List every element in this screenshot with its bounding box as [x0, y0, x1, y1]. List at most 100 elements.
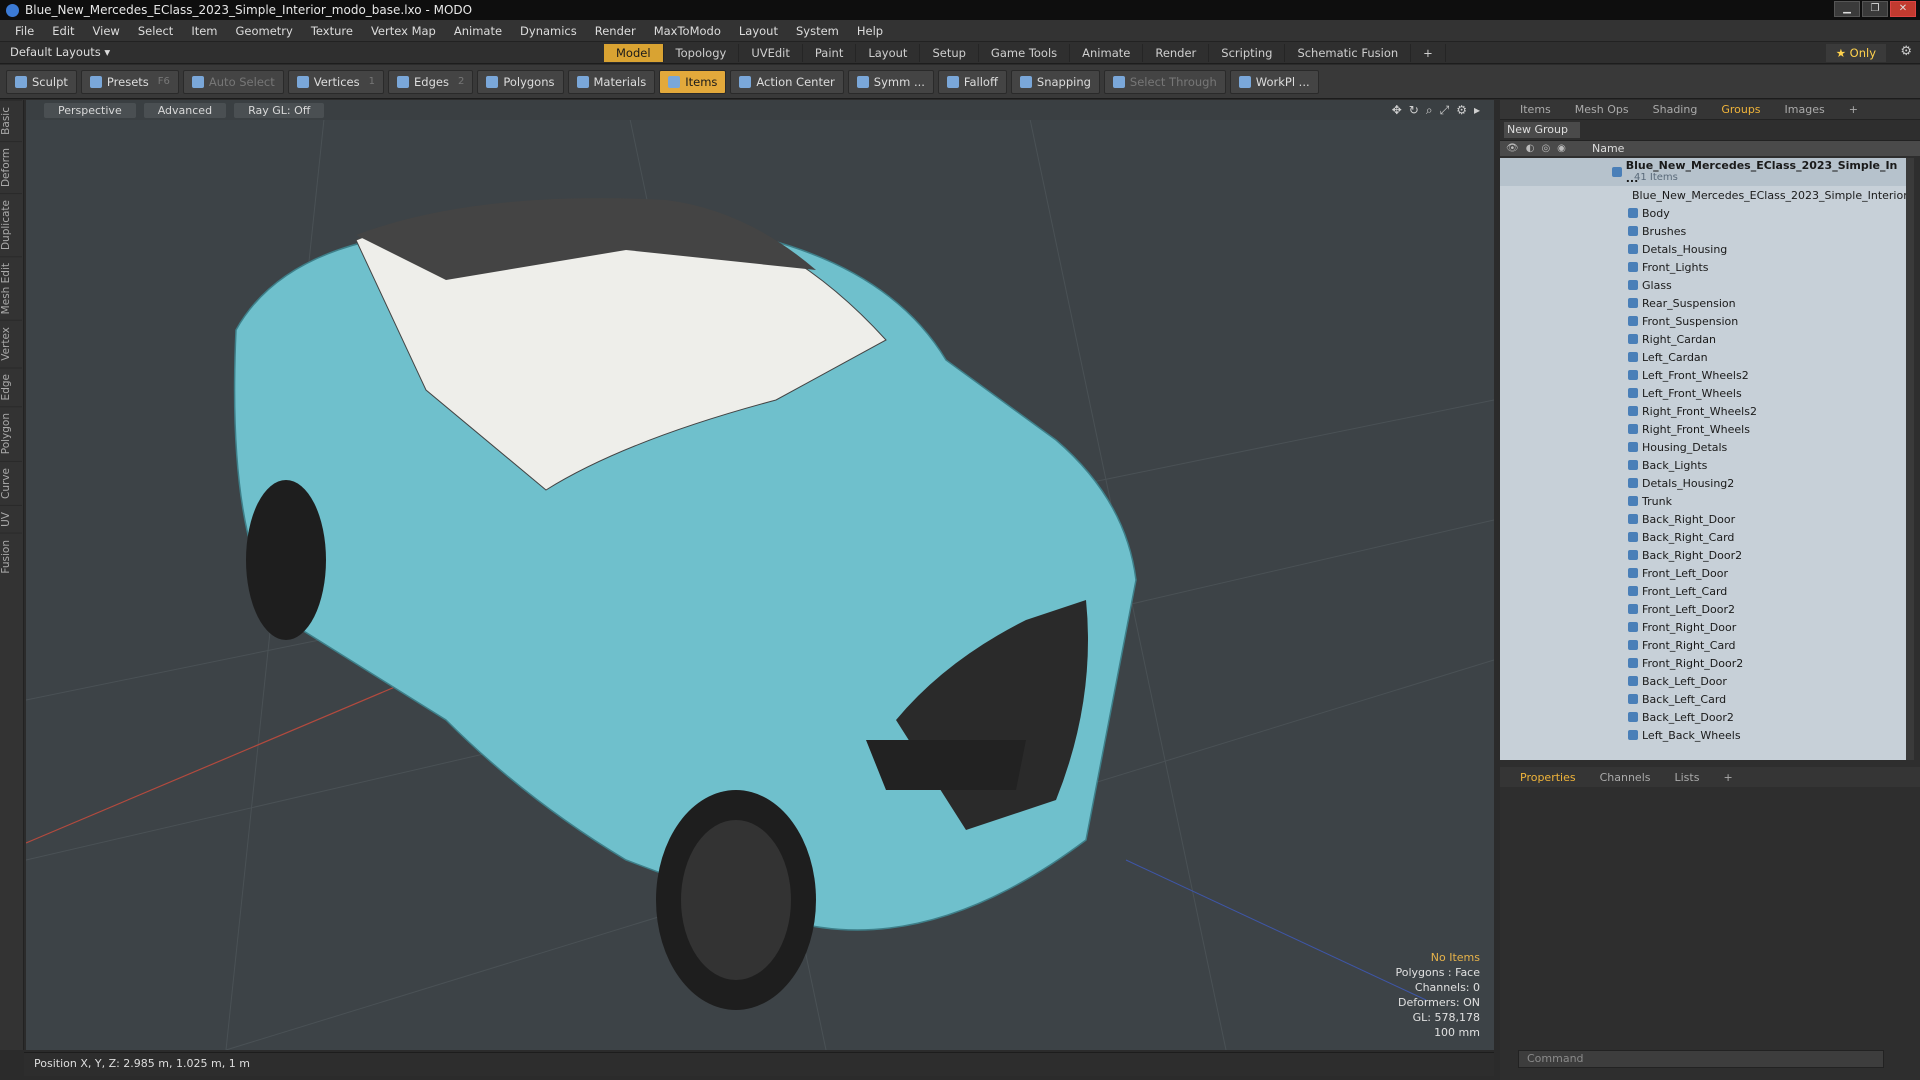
- menu-item[interactable]: Item: [182, 24, 226, 38]
- list-item[interactable]: Front_Left_Door2: [1500, 600, 1906, 618]
- presets-button[interactable]: Presets F6: [80, 69, 179, 94]
- default-layouts-dropdown[interactable]: Default Layouts ▾: [10, 45, 110, 59]
- tab-layout[interactable]: Layout: [856, 44, 921, 62]
- 3d-viewport[interactable]: Perspective Advanced Ray GL: Off ✥ ↻ ⌕ ⤢…: [26, 100, 1494, 1050]
- pan-icon[interactable]: ✥: [1392, 103, 1402, 118]
- list-item[interactable]: Back_Left_Door: [1500, 672, 1906, 690]
- list-item[interactable]: Body: [1500, 204, 1906, 222]
- fit-icon[interactable]: ⤢: [1440, 103, 1450, 118]
- add-panel-tab-button[interactable]: +: [1837, 102, 1870, 117]
- list-item[interactable]: Housing_Detals: [1500, 438, 1906, 456]
- tab-schematic-fusion[interactable]: Schematic Fusion: [1285, 44, 1412, 62]
- list-item[interactable]: Brushes: [1500, 222, 1906, 240]
- tab-paint[interactable]: Paint: [803, 44, 857, 62]
- menu-file[interactable]: File: [6, 24, 43, 38]
- maximize-button[interactable]: ❐: [1862, 1, 1888, 17]
- list-item[interactable]: Glass: [1500, 276, 1906, 294]
- left-tab-deform[interactable]: Deform: [0, 140, 22, 193]
- zoom-icon[interactable]: ⌕: [1426, 103, 1433, 118]
- menu-dynamics[interactable]: Dynamics: [511, 24, 586, 38]
- work-plane-button[interactable]: WorkPl ...: [1229, 69, 1319, 94]
- left-tab-vertex[interactable]: Vertex: [0, 320, 22, 367]
- tab-model[interactable]: Model: [604, 44, 664, 62]
- list-item[interactable]: Detals_Housing: [1500, 240, 1906, 258]
- list-item[interactable]: Front_Lights: [1500, 258, 1906, 276]
- list-item[interactable]: Right_Cardan: [1500, 330, 1906, 348]
- left-tab-polygon[interactable]: Polygon: [0, 406, 22, 461]
- list-item[interactable]: Rear_Suspension: [1500, 294, 1906, 312]
- left-tab-mesh-edit[interactable]: Mesh Edit: [0, 255, 22, 321]
- tab-render[interactable]: Render: [1143, 44, 1210, 62]
- shading-mode-dropdown[interactable]: Advanced: [143, 102, 227, 118]
- menu-texture[interactable]: Texture: [302, 24, 362, 38]
- menu-layout[interactable]: Layout: [730, 24, 787, 38]
- viewport-settings-icon[interactable]: ⚙: [1456, 103, 1467, 118]
- tab-topology[interactable]: Topology: [664, 44, 740, 62]
- list-item[interactable]: Front_Suspension: [1500, 312, 1906, 330]
- select-through-button[interactable]: Select Through: [1103, 69, 1226, 94]
- list-item[interactable]: Left_Front_Wheels: [1500, 384, 1906, 402]
- list-scrollbar[interactable]: [1906, 158, 1914, 760]
- snapping-button[interactable]: Snapping: [1010, 69, 1100, 94]
- visibility-icon[interactable]: 👁: [1506, 143, 1519, 154]
- list-item[interactable]: Right_Front_Wheels2: [1500, 402, 1906, 420]
- list-item[interactable]: Back_Lights: [1500, 456, 1906, 474]
- left-tab-duplicate[interactable]: Duplicate: [0, 192, 22, 256]
- left-tab-curve[interactable]: Curve: [0, 460, 22, 505]
- menu-maxtomodo[interactable]: MaxToModo: [645, 24, 730, 38]
- tab-channels[interactable]: Channels: [1588, 770, 1663, 785]
- list-item[interactable]: Blue_New_Mercedes_EClass_2023_Simple_Int…: [1500, 186, 1908, 204]
- command-input[interactable]: Command: [1518, 1050, 1884, 1068]
- list-item[interactable]: Right_Front_Wheels: [1500, 420, 1906, 438]
- list-item[interactable]: Left_Front_Wheels2: [1500, 366, 1906, 384]
- menu-system[interactable]: System: [787, 24, 848, 38]
- sculpt-button[interactable]: Sculpt: [6, 69, 77, 94]
- edges-mode-button[interactable]: Edges 2: [388, 69, 474, 94]
- tab-setup[interactable]: Setup: [920, 44, 979, 62]
- list-item[interactable]: Front_Left_Card: [1500, 582, 1906, 600]
- left-tab-basic[interactable]: Basic: [0, 100, 22, 141]
- vertices-mode-button[interactable]: Vertices 1: [287, 69, 384, 94]
- list-item[interactable]: Back_Right_Card: [1500, 528, 1906, 546]
- add-properties-tab-button[interactable]: +: [1711, 770, 1744, 785]
- list-item[interactable]: Trunk: [1500, 492, 1906, 510]
- tab-uvedit[interactable]: UVEdit: [739, 44, 803, 62]
- action-center-button[interactable]: Action Center: [730, 69, 844, 94]
- left-tab-edge[interactable]: Edge: [0, 366, 22, 407]
- materials-mode-button[interactable]: Materials: [567, 69, 656, 94]
- list-item[interactable]: Left_Cardan: [1500, 348, 1906, 366]
- list-item[interactable]: Back_Left_Door2: [1500, 708, 1906, 726]
- raygl-toggle[interactable]: Ray GL: Off: [234, 102, 325, 118]
- list-item[interactable]: Back_Right_Door: [1500, 510, 1906, 528]
- rotate-icon[interactable]: ↻: [1409, 103, 1419, 118]
- tab-groups[interactable]: Groups: [1709, 102, 1772, 117]
- gear-icon[interactable]: ⚙: [1900, 44, 1912, 59]
- menu-geometry[interactable]: Geometry: [227, 24, 302, 38]
- tab-lists[interactable]: Lists: [1663, 770, 1712, 785]
- left-tab-fusion[interactable]: Fusion: [0, 532, 22, 580]
- minimize-button[interactable]: ▁: [1834, 1, 1860, 17]
- menu-select[interactable]: Select: [129, 24, 182, 38]
- tab-scripting[interactable]: Scripting: [1209, 44, 1286, 62]
- viewport-menu-icon[interactable]: ▸: [1474, 103, 1480, 118]
- list-item[interactable]: Back_Left_Card: [1500, 690, 1906, 708]
- list-item[interactable]: Front_Right_Door2: [1500, 654, 1906, 672]
- lock-icon[interactable]: ◎: [1541, 143, 1550, 154]
- menu-render[interactable]: Render: [586, 24, 645, 38]
- falloff-button[interactable]: Falloff: [937, 69, 1007, 94]
- render-icon[interactable]: ◐: [1526, 143, 1535, 154]
- only-toggle[interactable]: ★ Only: [1825, 44, 1886, 62]
- select-icon[interactable]: ◉: [1557, 143, 1566, 154]
- symmetry-button[interactable]: Symm ...: [847, 69, 934, 94]
- menu-animate[interactable]: Animate: [445, 24, 511, 38]
- auto-select-button[interactable]: Auto Select: [182, 69, 284, 94]
- tab-animate[interactable]: Animate: [1070, 44, 1144, 62]
- left-tab-uv[interactable]: UV: [0, 504, 22, 533]
- add-tab-button[interactable]: +: [1411, 44, 1446, 62]
- tab-mesh-ops[interactable]: Mesh Ops: [1563, 102, 1641, 117]
- new-group-button[interactable]: New Group: [1504, 122, 1580, 138]
- list-item[interactable]: Detals_Housing2: [1500, 474, 1906, 492]
- list-item[interactable]: Front_Right_Door: [1500, 618, 1906, 636]
- tab-properties[interactable]: Properties: [1508, 770, 1588, 785]
- list-item[interactable]: Front_Left_Door: [1500, 564, 1906, 582]
